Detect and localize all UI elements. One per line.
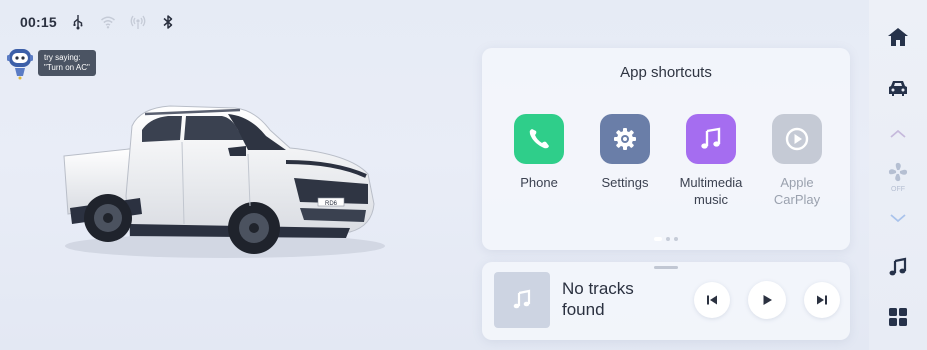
home-icon[interactable] xyxy=(886,25,910,49)
voice-assistant[interactable]: try saying: "Turn on AC" xyxy=(6,46,96,80)
album-music-note-icon xyxy=(513,289,531,309)
previous-track-button[interactable] xyxy=(694,282,730,318)
next-track-button[interactable] xyxy=(804,282,840,318)
chevron-down-icon[interactable] xyxy=(886,206,910,230)
music-note-icon[interactable] xyxy=(886,255,910,279)
wifi-icon xyxy=(99,13,117,31)
hotspot-icon xyxy=(129,13,147,31)
clock: 00:15 xyxy=(20,14,57,30)
app-shortcuts-panel: App shortcuts Phone Settings Multimedia … xyxy=(482,48,850,250)
carplay-icon[interactable] xyxy=(772,114,822,164)
settings-icon[interactable] xyxy=(600,114,650,164)
fan-icon[interactable] xyxy=(886,160,910,184)
assistant-hint-line2: "Turn on AC" xyxy=(44,63,90,72)
page-dot-3[interactable] xyxy=(674,237,678,241)
media-drag-handle[interactable] xyxy=(654,266,678,269)
apple-carplay-app-label: Apple CarPlay xyxy=(773,175,821,207)
previous-track-icon xyxy=(707,295,717,305)
apps-grid-icon[interactable] xyxy=(886,305,910,329)
next-track-icon xyxy=(817,295,827,305)
play-icon xyxy=(763,295,772,305)
settings-app[interactable]: Settings xyxy=(582,114,668,208)
right-dock: OFF xyxy=(869,0,927,350)
media-player-panel: No tracks found xyxy=(482,262,850,340)
app-shortcuts-list: Phone Settings Multimedia music Apple Ca… xyxy=(496,114,840,208)
multimedia-music-app-label: Multimedia music xyxy=(679,175,743,207)
assistant-hint-line1: try saying: xyxy=(44,53,81,62)
bluetooth-icon xyxy=(159,13,177,31)
page-dot-2[interactable] xyxy=(666,237,670,241)
assistant-hint: try saying: "Turn on AC" xyxy=(38,50,96,76)
settings-app-label: Settings xyxy=(601,175,649,190)
chevron-up-icon[interactable] xyxy=(886,122,910,146)
page-dot-1[interactable] xyxy=(654,237,662,241)
music-icon[interactable] xyxy=(686,114,736,164)
phone-app[interactable]: Phone xyxy=(496,114,582,208)
page-indicator xyxy=(482,237,850,241)
license-plate-text: RD6 xyxy=(325,201,338,207)
vehicle-icon[interactable] xyxy=(886,76,910,100)
car-home-screen: 00:15 try saying: "Turn on AC" RD6 App s… xyxy=(0,0,927,350)
usb-icon xyxy=(69,13,87,31)
play-button[interactable] xyxy=(748,281,786,319)
track-title: No tracks found xyxy=(562,279,634,319)
app-shortcuts-title: App shortcuts xyxy=(620,64,712,81)
multimedia-music-app[interactable]: Multimedia music xyxy=(668,114,754,208)
album-art xyxy=(494,272,550,328)
status-bar: 00:15 xyxy=(20,10,177,34)
phone-app-label: Phone xyxy=(520,175,558,190)
phone-icon[interactable] xyxy=(514,114,564,164)
apple-carplay-app[interactable]: Apple CarPlay xyxy=(754,114,840,208)
fan-status-label: OFF xyxy=(891,186,905,193)
vehicle-image: RD6 xyxy=(50,96,390,266)
assistant-robot-icon[interactable] xyxy=(6,46,34,80)
